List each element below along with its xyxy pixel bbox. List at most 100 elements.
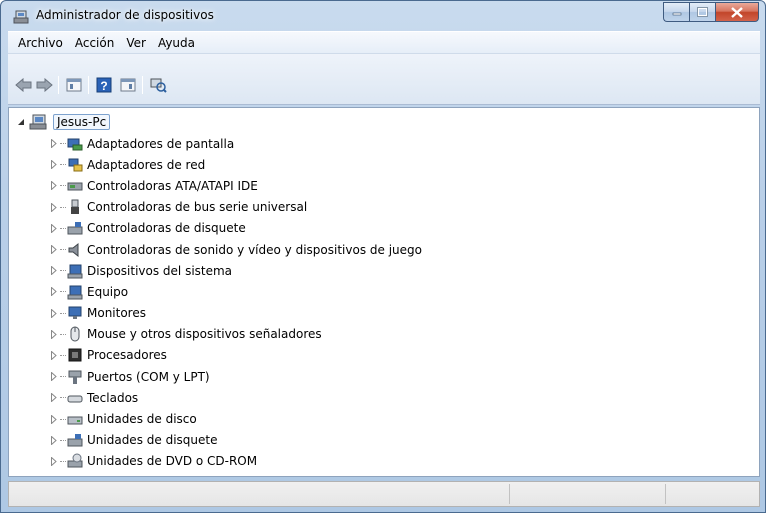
forward-button[interactable] <box>34 76 54 94</box>
tree-item[interactable]: Controladoras de sonido y vídeo y dispos… <box>49 239 422 260</box>
keyboard-icon <box>67 390 83 406</box>
tree-item[interactable]: Adaptadores de red <box>49 154 422 175</box>
menu-ver[interactable]: Ver <box>120 36 152 50</box>
menu-archivo[interactable]: Archivo <box>12 36 69 50</box>
mouse-icon <box>67 326 83 342</box>
tree-item-label: Puertos (COM y LPT) <box>87 369 210 384</box>
menu-accion[interactable]: Acción <box>69 36 120 50</box>
help-button[interactable]: ? <box>94 76 114 94</box>
update-driver-button[interactable] <box>118 76 138 94</box>
close-icon <box>731 6 743 18</box>
expand-arrow-icon[interactable] <box>49 456 59 466</box>
tree-item[interactable]: Puertos (COM y LPT) <box>49 366 422 387</box>
status-pane-2 <box>665 484 759 504</box>
tree-item[interactable]: Dispositivos del sistema <box>49 260 422 281</box>
expand-arrow-icon[interactable] <box>49 350 59 360</box>
usb-icon <box>67 199 83 215</box>
tree-item-label: Mouse y otros dispositivos señaladores <box>87 327 322 342</box>
scan-hardware-button[interactable] <box>148 76 168 94</box>
tree-root[interactable]: Jesus-Pc <box>17 113 111 131</box>
tree-item[interactable]: Teclados <box>49 387 422 408</box>
tree-item-label: Controladoras de disquete <box>87 221 246 236</box>
maximize-icon <box>697 7 708 17</box>
status-pane-1 <box>509 484 665 504</box>
properties-button[interactable] <box>64 76 84 94</box>
expand-arrow-icon[interactable] <box>49 372 59 382</box>
system-device-icon <box>67 263 83 279</box>
tree-item-label: Procesadores <box>87 348 167 363</box>
tree-item[interactable]: Controladoras de bus serie universal <box>49 197 422 218</box>
window-title: Administrador de dispositivos <box>36 8 214 22</box>
network-adapter-icon <box>67 157 83 173</box>
device-category-list: Adaptadores de pantalla Adaptadores de re… <box>49 133 422 472</box>
tree-item-label: Teclados <box>87 390 139 405</box>
tree-item[interactable]: Mouse y otros dispositivos señaladores <box>49 324 422 345</box>
expand-arrow-icon[interactable] <box>49 329 59 339</box>
caption-buttons <box>663 2 759 22</box>
expand-arrow-icon[interactable] <box>49 266 59 276</box>
tree-item-label: Unidades de DVD o CD-ROM <box>87 454 258 469</box>
expand-arrow-icon[interactable] <box>49 393 59 403</box>
expand-arrow-icon[interactable] <box>49 181 59 191</box>
tree-item-label: Unidades de disquete <box>87 433 218 448</box>
toolbar: ? <box>8 53 760 105</box>
ide-controller-icon <box>67 178 83 194</box>
expand-arrow-icon[interactable] <box>49 139 59 149</box>
back-icon <box>15 78 32 92</box>
tree-item-label: Unidades de disco <box>87 412 197 427</box>
tree-item-label: Adaptadores de red <box>87 157 206 172</box>
tree-item[interactable]: Controladoras ATA/ATAPI IDE <box>49 175 422 196</box>
tree-item-label: Equipo <box>87 284 129 299</box>
tree-item-label: Controladoras ATA/ATAPI IDE <box>87 178 258 193</box>
expand-arrow-icon[interactable] <box>49 435 59 445</box>
properties-icon <box>66 78 82 92</box>
maximize-button[interactable] <box>689 2 715 22</box>
tree-item-label: Controladoras de sonido y vídeo y dispos… <box>87 242 422 257</box>
expand-arrow-icon[interactable] <box>49 414 59 424</box>
tree-item[interactable]: Procesadores <box>49 345 422 366</box>
tree-item-label: Adaptadores de pantalla <box>87 136 235 151</box>
tree-item[interactable]: Equipo <box>49 281 422 302</box>
expand-arrow-icon[interactable] <box>49 160 59 170</box>
tree-item[interactable]: Adaptadores de pantalla <box>49 133 422 154</box>
update-driver-icon <box>120 78 136 92</box>
floppy-drive-icon <box>67 432 83 448</box>
minimize-icon <box>672 12 681 16</box>
device-manager-window: Administrador de dispositivos Archivo Ac… <box>0 0 766 513</box>
dvd-drive-icon <box>67 453 83 469</box>
tree-item[interactable]: Unidades de disco <box>49 408 422 429</box>
expand-arrow-icon[interactable] <box>49 202 59 212</box>
expand-arrow-icon[interactable] <box>49 308 59 318</box>
collapse-arrow-icon[interactable] <box>17 118 25 126</box>
device-manager-app-icon <box>13 10 29 24</box>
root-label: Jesus-Pc <box>53 114 111 130</box>
disk-drive-icon <box>67 411 83 427</box>
device-tree-panel[interactable]: Jesus-Pc Adaptadores de pantalla Adaptado… <box>8 107 760 477</box>
monitor-icon <box>67 305 83 321</box>
expand-arrow-icon[interactable] <box>49 245 59 255</box>
tree-item[interactable]: Controladoras de disquete <box>49 218 422 239</box>
menu-ayuda[interactable]: Ayuda <box>152 36 201 50</box>
computer-icon <box>67 284 83 300</box>
tree-item-label: Dispositivos del sistema <box>87 263 233 278</box>
expand-arrow-icon[interactable] <box>49 287 59 297</box>
sound-icon <box>67 242 83 258</box>
menu-bar: Archivo Acción Ver Ayuda <box>8 31 760 53</box>
display-adapter-icon <box>67 136 83 152</box>
tree-item[interactable]: Unidades de DVD o CD-ROM <box>49 451 422 472</box>
processor-icon <box>67 347 83 363</box>
expand-arrow-icon[interactable] <box>49 223 59 233</box>
tree-item[interactable]: Unidades de disquete <box>49 430 422 451</box>
minimize-button[interactable] <box>663 2 689 22</box>
back-button[interactable] <box>14 76 34 94</box>
svg-text:?: ? <box>100 79 107 93</box>
title-bar[interactable]: Administrador de dispositivos <box>1 1 765 31</box>
forward-icon <box>36 78 53 92</box>
floppy-controller-icon <box>67 220 83 236</box>
close-button[interactable] <box>715 2 759 22</box>
status-bar <box>8 481 760 507</box>
computer-root-icon <box>29 114 47 130</box>
port-icon <box>67 369 83 385</box>
tree-item[interactable]: Monitores <box>49 303 422 324</box>
tree-item-label: Monitores <box>87 306 146 321</box>
